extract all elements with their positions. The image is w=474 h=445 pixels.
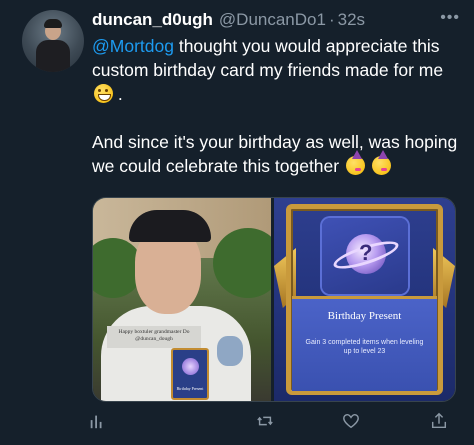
avatar[interactable] bbox=[22, 10, 84, 72]
heart-icon bbox=[343, 413, 359, 429]
tweet-body: @Mortdog thought you would appreciate th… bbox=[92, 34, 462, 202]
plant-shape bbox=[213, 228, 271, 298]
held-mini-card: Birthday Present bbox=[171, 348, 209, 400]
timestamp[interactable]: 32s bbox=[338, 10, 365, 30]
analytics-button[interactable] bbox=[86, 410, 108, 432]
tweet-text-2: And since it's your birthday as well, wa… bbox=[92, 132, 458, 176]
card-title: Birthday Present bbox=[327, 310, 402, 322]
media-gallery[interactable]: Happy boxtuler grandmaster Do @duncan_do… bbox=[92, 197, 456, 402]
figurine bbox=[217, 336, 243, 366]
share-button[interactable] bbox=[428, 410, 450, 432]
tweet-actions bbox=[90, 410, 456, 434]
separator-dot: · bbox=[328, 10, 335, 29]
share-icon bbox=[431, 412, 447, 429]
tweet-text-1-end: . bbox=[117, 84, 123, 104]
more-options-icon[interactable]: ••• bbox=[440, 9, 460, 27]
partying-face-emoji-icon bbox=[345, 150, 365, 175]
held-card-caption-line1: Happy boxtuler grandmaster Do bbox=[118, 329, 190, 335]
display-name[interactable]: duncan_d0ugh bbox=[92, 10, 213, 30]
partying-face-emoji-icon bbox=[371, 150, 391, 175]
held-card-caption: Happy boxtuler grandmaster Do @duncan_do… bbox=[107, 326, 201, 348]
user-handle[interactable]: @DuncanDo1 bbox=[219, 10, 326, 30]
retweet-icon bbox=[257, 416, 273, 426]
mini-card-label: Birthday Present bbox=[176, 386, 204, 391]
avatar-figure-body bbox=[36, 40, 70, 72]
photo-birthday-card[interactable]: ? Birthday Present Gain 3 completed item… bbox=[274, 198, 455, 401]
avatar-figure-hair bbox=[44, 19, 62, 28]
mini-orb-icon bbox=[182, 358, 199, 375]
tweet-paragraph-2: And since it's your birthday as well, wa… bbox=[92, 130, 462, 178]
card-description: Gain 3 completed items when leveling up … bbox=[305, 339, 424, 355]
grinning-face-emoji-icon bbox=[94, 84, 113, 103]
person-cap bbox=[129, 210, 211, 242]
bar-chart-icon bbox=[90, 415, 102, 429]
question-mark-icon: ? bbox=[359, 240, 373, 265]
retweet-button[interactable] bbox=[254, 410, 276, 432]
like-button[interactable] bbox=[340, 410, 362, 432]
photo-person-holding-card[interactable]: Happy boxtuler grandmaster Do @duncan_do… bbox=[93, 198, 271, 401]
tweet-header: duncan_d0ugh @DuncanDo1 · 32s ••• bbox=[92, 9, 460, 31]
mention-link[interactable]: @Mortdog bbox=[92, 36, 174, 56]
orb-panel: ? bbox=[322, 218, 408, 294]
tweet-paragraph-1: @Mortdog thought you would appreciate th… bbox=[92, 34, 462, 106]
held-card-caption-line2: @duncan_dough bbox=[135, 336, 173, 342]
